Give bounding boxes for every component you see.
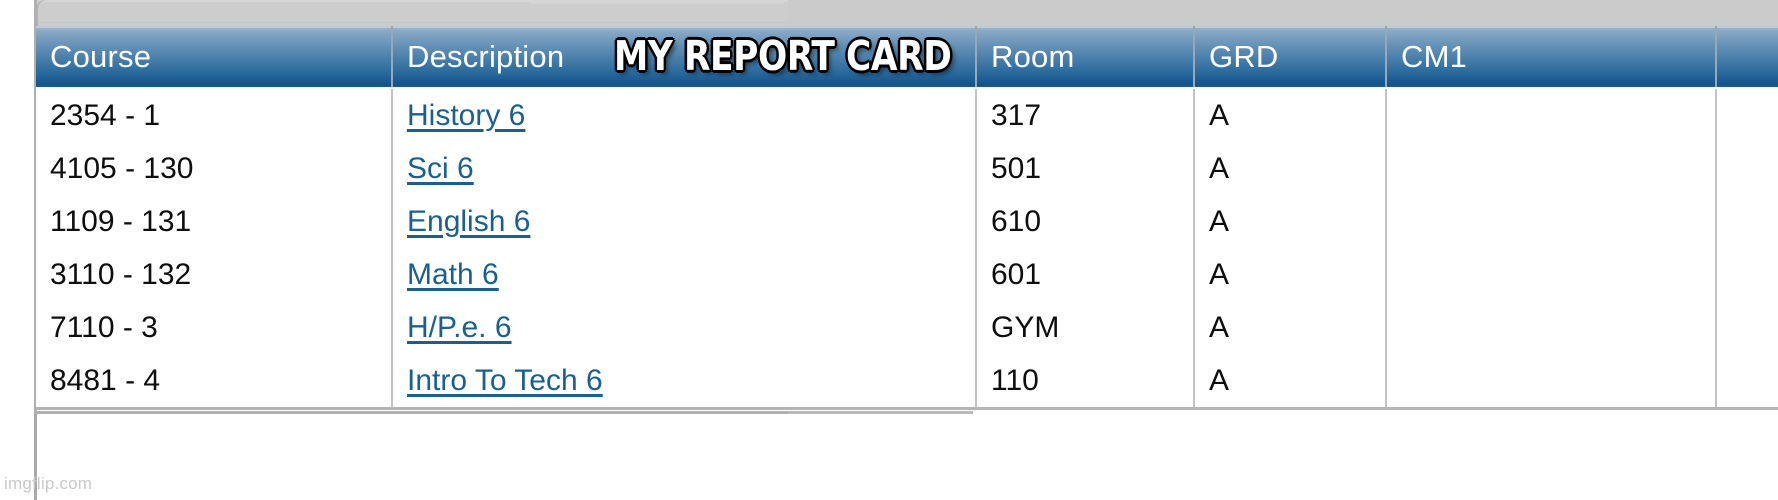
cell-extra — [1716, 142, 1778, 195]
cell-course: 8481 - 4 — [36, 354, 393, 410]
left-scroll-rail-lower[interactable] — [34, 414, 37, 500]
table-row: 3110 - 132 Math 6 601 A — [36, 248, 1778, 301]
table-row: 1109 - 131 English 6 610 A — [36, 195, 1778, 248]
column-header-grd[interactable]: GRD — [1194, 26, 1387, 89]
cell-room: 501 — [976, 142, 1195, 195]
cell-grd: A — [1194, 248, 1387, 301]
cell-description: Intro To Tech 6 — [392, 354, 977, 410]
table-body: 2354 - 1 History 6 317 A 4105 - 130 Sci … — [36, 88, 1778, 410]
cell-grd: A — [1194, 195, 1387, 248]
table-row: 8481 - 4 Intro To Tech 6 110 A — [36, 354, 1778, 410]
cell-course: 7110 - 3 — [36, 301, 393, 354]
window-chrome-band-right — [788, 0, 1778, 26]
imgflip-watermark: imgflip.com — [4, 474, 93, 493]
cell-cm1 — [1386, 142, 1717, 195]
cell-cm1 — [1386, 301, 1717, 354]
column-header-cm1[interactable]: CM1 — [1386, 26, 1717, 89]
cell-extra — [1716, 248, 1778, 301]
cell-description: English 6 — [392, 195, 977, 248]
cell-extra — [1716, 88, 1778, 142]
course-description-link[interactable]: Intro To Tech 6 — [407, 364, 603, 397]
cell-grd: A — [1194, 142, 1387, 195]
table-header: Course Description Room GRD CM1 — [36, 26, 1778, 89]
grid-bottom-edge — [36, 411, 788, 414]
cell-extra — [1716, 354, 1778, 410]
course-description-link[interactable]: Math 6 — [407, 258, 499, 291]
column-header-extra[interactable] — [1716, 26, 1778, 89]
screenshot-root: Course Description Room GRD CM1 2354 - 1… — [0, 0, 1778, 500]
column-header-room[interactable]: Room — [976, 26, 1195, 89]
cell-course: 1109 - 131 — [36, 195, 393, 248]
cell-course: 2354 - 1 — [36, 88, 393, 142]
course-description-link[interactable]: History 6 — [407, 99, 525, 132]
cell-course: 3110 - 132 — [36, 248, 393, 301]
cell-cm1 — [1386, 354, 1717, 410]
course-description-link[interactable]: H/P.e. 6 — [407, 311, 512, 344]
cell-cm1 — [1386, 248, 1717, 301]
cell-course: 4105 - 130 — [36, 142, 393, 195]
cell-description: H/P.e. 6 — [392, 301, 977, 354]
cell-room: 601 — [976, 248, 1195, 301]
cell-grd: A — [1194, 88, 1387, 142]
column-header-course[interactable]: Course — [36, 26, 393, 89]
window-chrome-rounded-edge — [36, 0, 788, 26]
column-header-description[interactable]: Description — [392, 26, 977, 89]
cell-description: History 6 — [392, 88, 977, 142]
cell-description: Math 6 — [392, 248, 977, 301]
table-row: 7110 - 3 H/P.e. 6 GYM A — [36, 301, 1778, 354]
table-row: 2354 - 1 History 6 317 A — [36, 88, 1778, 142]
cell-room: 317 — [976, 88, 1195, 142]
cell-room: 110 — [976, 354, 1195, 410]
cell-extra — [1716, 195, 1778, 248]
cell-room: 610 — [976, 195, 1195, 248]
cell-description: Sci 6 — [392, 142, 977, 195]
cell-grd: A — [1194, 301, 1387, 354]
cell-cm1 — [1386, 195, 1717, 248]
cell-grd: A — [1194, 354, 1387, 410]
table-row: 4105 - 130 Sci 6 501 A — [36, 142, 1778, 195]
cell-cm1 — [1386, 88, 1717, 142]
report-card-grid-container: Course Description Room GRD CM1 2354 - 1… — [36, 26, 1778, 414]
course-description-link[interactable]: English 6 — [407, 205, 530, 238]
table-header-row: Course Description Room GRD CM1 — [36, 26, 1778, 89]
grid-bottom-edge-right — [788, 411, 973, 414]
course-description-link[interactable]: Sci 6 — [407, 152, 474, 185]
report-card-table: Course Description Room GRD CM1 2354 - 1… — [36, 26, 1778, 410]
cell-room: GYM — [976, 301, 1195, 354]
cell-extra — [1716, 301, 1778, 354]
